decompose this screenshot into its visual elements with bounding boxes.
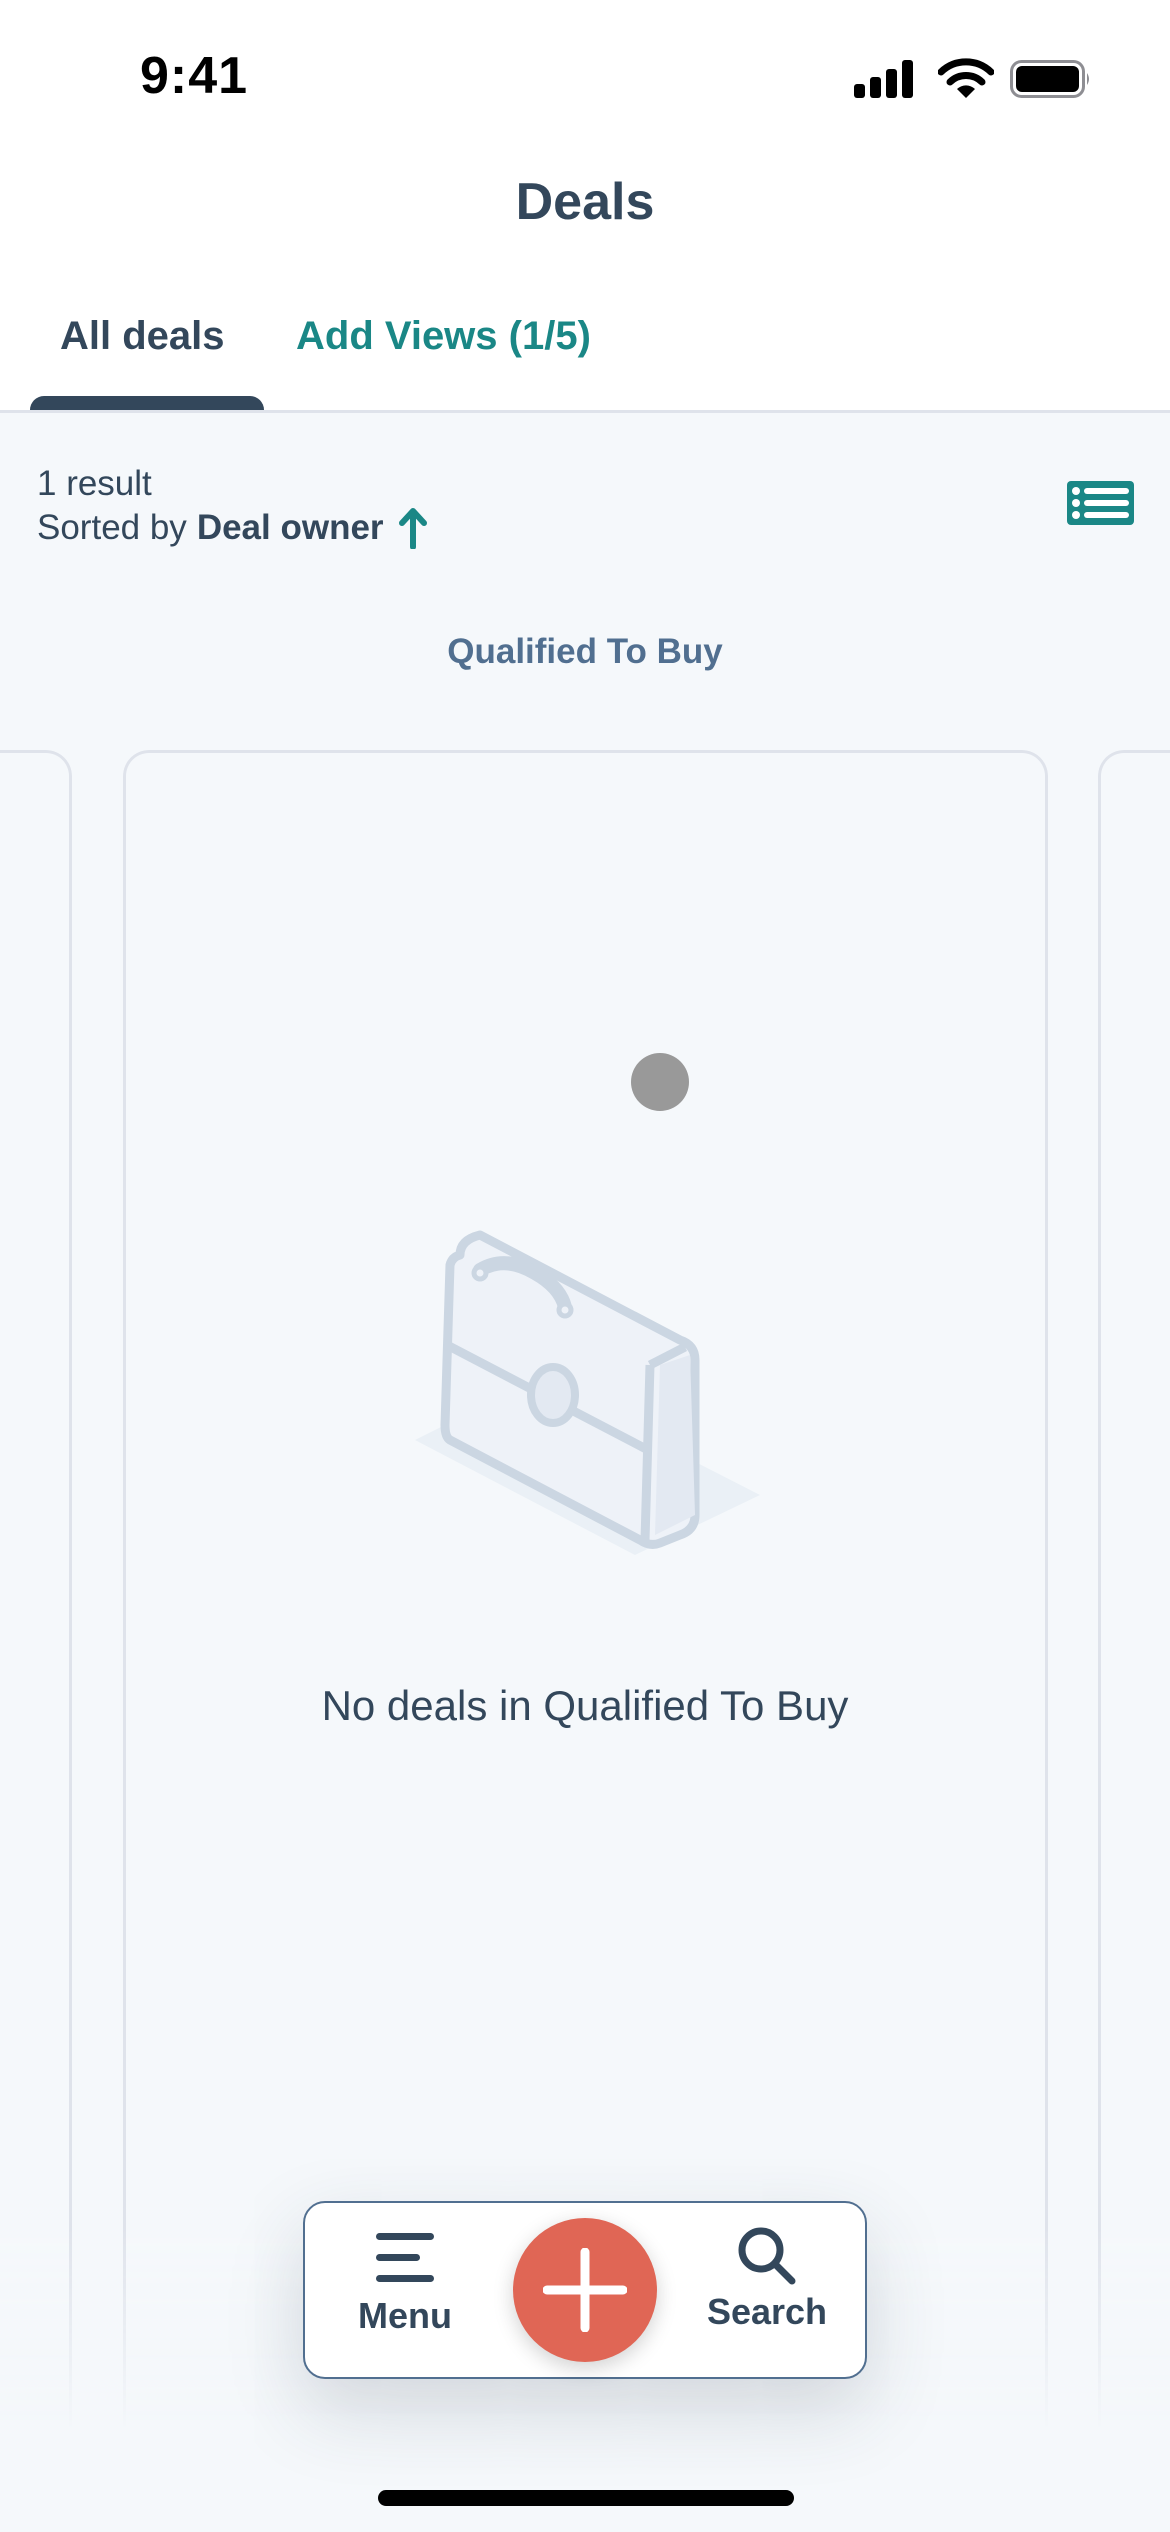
menu-button[interactable]: Menu	[315, 2203, 495, 2381]
page-title: Deals	[515, 173, 655, 231]
search-icon	[738, 2227, 796, 2285]
wifi-icon	[938, 58, 994, 98]
stage-title: Qualified To Buy	[447, 632, 723, 671]
search-button[interactable]: Search	[677, 2203, 857, 2381]
header: 9:41 Deals All deals Add Views (1/5)	[0, 0, 1170, 412]
header-divider	[0, 410, 1170, 413]
list-view-icon[interactable]	[1067, 481, 1134, 525]
sorted-by-label: Sorted by	[37, 508, 187, 547]
arrow-up-icon[interactable]	[398, 507, 428, 549]
stage-column-previous[interactable]	[0, 750, 72, 2430]
sort-control[interactable]: Sorted by Deal owner	[37, 506, 428, 550]
search-label: Search	[706, 2291, 828, 2332]
menu-icon	[376, 2233, 434, 2282]
signal-icon	[854, 58, 914, 98]
stage-column-next[interactable]	[1098, 750, 1170, 2430]
tab-add-views[interactable]: Add Views (1/5)	[296, 314, 591, 359]
result-count: 1 result	[37, 464, 152, 503]
briefcase-icon	[415, 1230, 760, 1555]
add-deal-button[interactable]	[513, 2218, 657, 2362]
sorted-field[interactable]: Deal owner	[197, 506, 384, 550]
plus-icon	[543, 2248, 627, 2332]
menu-label: Menu	[358, 2295, 452, 2336]
status-time: 9:41	[140, 47, 249, 105]
loading-indicator	[631, 1053, 689, 1111]
home-indicator[interactable]	[378, 2490, 794, 2506]
empty-state-message: No deals in Qualified To Buy	[321, 1682, 849, 1729]
tab-all-deals[interactable]: All deals	[60, 314, 225, 359]
view-tabs: All deals Add Views (1/5)	[0, 300, 1170, 412]
results-summary: 1 result Sorted by Deal owner	[37, 462, 428, 550]
battery-icon	[1010, 60, 1089, 98]
